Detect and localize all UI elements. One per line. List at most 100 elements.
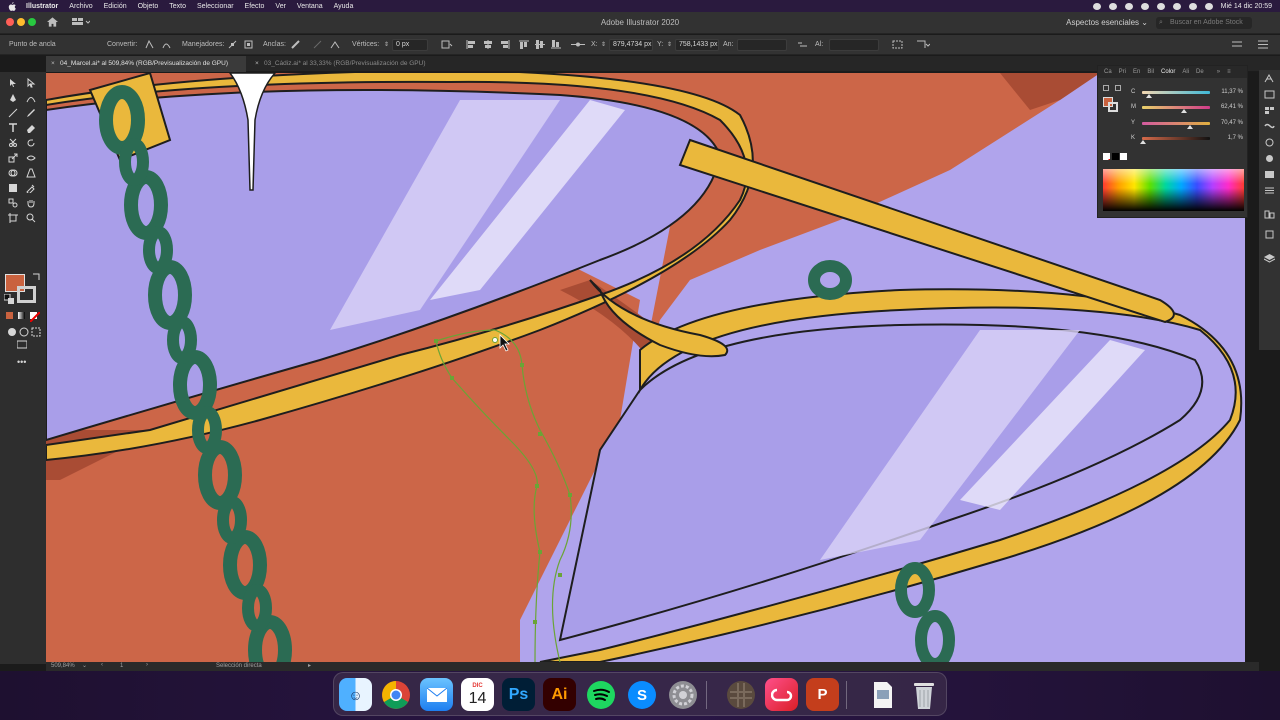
show-handles-icon[interactable] [228, 40, 237, 49]
swatches-icon[interactable] [1264, 106, 1275, 115]
draw-behind-icon[interactable] [19, 327, 29, 337]
menu-archivo[interactable]: Archivo [69, 3, 92, 10]
yellow-value[interactable]: 70,47 % [1218, 120, 1243, 126]
remove-anchor-icon[interactable] [291, 40, 301, 49]
convert-smooth-icon[interactable] [162, 40, 171, 49]
photo-app-icon[interactable] [724, 678, 757, 711]
menu-illustrator[interactable]: Illustrator [26, 3, 58, 10]
stock-search-input[interactable]: ⌕ Buscar en Adobe Stock [1156, 17, 1252, 29]
draw-mode-icon[interactable] [7, 327, 16, 336]
stepper-icon[interactable]: ⇕ [384, 41, 389, 48]
wifi-icon[interactable] [1172, 2, 1181, 10]
color-spectrum[interactable] [1103, 169, 1244, 211]
none-mode-icon[interactable] [30, 312, 40, 322]
black-swatch[interactable] [1112, 153, 1119, 160]
tab-cadiz[interactable]: × 03_Cádiz.ai* al 33,33% (RGB/Previsuali… [250, 56, 450, 72]
x-field[interactable]: 879,4734 px [609, 39, 653, 51]
file-icon[interactable] [866, 678, 899, 711]
black-slider[interactable] [1142, 137, 1210, 140]
tab-marcel[interactable]: × 04_Marcel.ai* al 509,84% (RGB/Previsua… [46, 56, 246, 72]
stroke-swatch[interactable] [17, 286, 36, 303]
properties-icon[interactable] [1264, 74, 1275, 83]
artboard-next-icon[interactable]: › [146, 662, 148, 668]
magenta-slider[interactable] [1142, 106, 1210, 109]
apple-icon[interactable] [8, 1, 16, 11]
blend-tool[interactable] [8, 198, 18, 208]
brushes-icon[interactable] [1264, 122, 1275, 131]
record-icon[interactable] [1092, 2, 1101, 10]
type-tool[interactable] [8, 123, 18, 133]
tab-en[interactable]: En [1133, 69, 1140, 75]
yellow-slider[interactable] [1142, 122, 1210, 125]
system-settings-icon[interactable] [666, 678, 699, 711]
default-colors-icon[interactable] [4, 294, 14, 304]
graphic-styles-icon[interactable] [1264, 170, 1275, 179]
isolate-icon[interactable] [441, 40, 453, 49]
black-value[interactable]: 1,7 % [1218, 135, 1243, 141]
magenta-value[interactable]: 62,41 % [1218, 104, 1243, 110]
panel-options-icon[interactable] [1232, 40, 1242, 49]
appearance-icon[interactable] [1264, 154, 1275, 163]
menu-efecto[interactable]: Efecto [245, 3, 265, 10]
tab-bil[interactable]: Bil [1147, 69, 1154, 75]
spotify-icon[interactable] [584, 678, 617, 711]
scale-tool[interactable] [8, 153, 18, 163]
hand-tool[interactable] [26, 198, 36, 208]
trash-icon[interactable] [907, 678, 940, 711]
close-tab-icon[interactable]: × [255, 56, 259, 72]
menu-ventana[interactable]: Ventana [297, 3, 323, 10]
more-tools-icon[interactable]: ••• [17, 358, 28, 367]
control-menu-icon[interactable] [1258, 40, 1268, 49]
align-left-icon[interactable] [466, 40, 476, 49]
line-tool[interactable] [8, 108, 18, 118]
artboard-tool[interactable] [8, 213, 18, 223]
width-field[interactable] [737, 39, 787, 51]
convert-corner-icon[interactable] [145, 40, 154, 49]
workspace-switcher[interactable]: Aspectos esenciales ⌄ [1066, 18, 1148, 27]
zoom-tool[interactable] [26, 213, 36, 223]
selection-tool[interactable] [8, 78, 18, 88]
tab-ca[interactable]: Ca [1104, 69, 1112, 75]
menu-ver[interactable]: Ver [275, 3, 286, 10]
bluetooth-icon[interactable] [1156, 2, 1165, 10]
mail-icon[interactable] [420, 678, 453, 711]
hide-handles-icon[interactable] [244, 40, 253, 49]
zoom-level[interactable]: 509,84% [51, 663, 75, 669]
magenta-slider-thumb[interactable] [1181, 109, 1188, 113]
direct-selection-tool[interactable] [26, 78, 36, 88]
height-field[interactable] [829, 39, 879, 51]
menu-texto[interactable]: Texto [169, 3, 186, 10]
yellow-slider-thumb[interactable] [1186, 125, 1193, 129]
pencil-tool[interactable] [26, 108, 36, 118]
artboard-prev-icon[interactable]: ‹ [101, 662, 103, 668]
curvature-tool[interactable] [26, 93, 36, 103]
tab-de[interactable]: De [1196, 69, 1204, 75]
tab-ali[interactable]: Ali [1182, 69, 1189, 75]
align-top-icon[interactable] [519, 40, 529, 49]
y-stepper-icon[interactable]: ⇕ [667, 41, 672, 48]
calendar-icon[interactable]: DIC 14 [461, 678, 494, 711]
zoom-dropdown-icon[interactable]: ⌄ [82, 662, 87, 669]
libraries-icon[interactable] [1264, 90, 1275, 99]
illustrator-icon[interactable]: Ai [543, 678, 576, 711]
white-swatch[interactable] [1120, 153, 1127, 160]
cyan-slider-thumb[interactable] [1146, 94, 1153, 98]
spotlight-icon[interactable] [1188, 2, 1197, 10]
artboard-canvas[interactable] [46, 73, 1245, 662]
tab-pri[interactable]: Pri [1119, 69, 1126, 75]
transform-panel-icon[interactable] [1264, 230, 1275, 239]
y-field[interactable]: 758,1433 px [675, 39, 719, 51]
align-bottom-icon[interactable] [551, 40, 561, 49]
none-swatch[interactable] [1103, 153, 1110, 160]
tab-color[interactable]: Color [1161, 69, 1175, 75]
stroke-icon[interactable] [1264, 186, 1275, 195]
scissors-tool[interactable] [8, 138, 18, 148]
close-tab-icon[interactable]: × [51, 56, 55, 72]
symbols-icon[interactable] [1264, 138, 1275, 147]
screen-mode-icon[interactable] [17, 340, 28, 349]
pen-tool[interactable] [8, 93, 18, 103]
align-panel-icon[interactable] [1264, 210, 1275, 219]
eyedropper-tool[interactable] [26, 183, 36, 193]
swap-fill-stroke-icon[interactable] [31, 272, 40, 280]
join-anchors-icon[interactable] [330, 40, 340, 49]
